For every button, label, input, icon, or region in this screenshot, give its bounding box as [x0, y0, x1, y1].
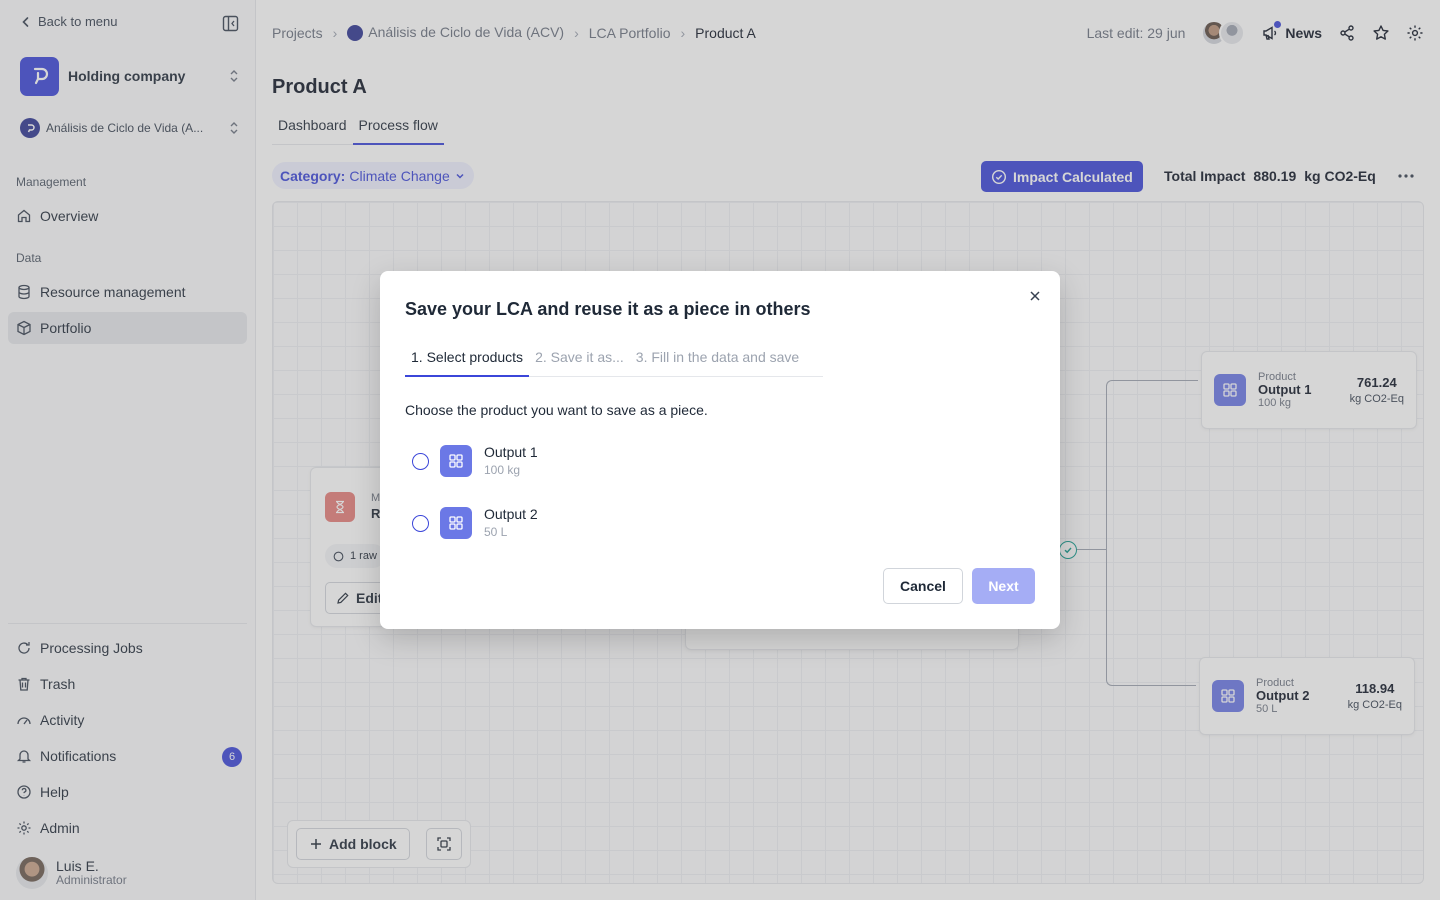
- grid-icon: [440, 445, 472, 477]
- save-lca-modal: Save your LCA and reuse it as a piece in…: [380, 271, 1060, 629]
- modal-steps: 1. Select products 2. Save it as... 3. F…: [405, 347, 823, 377]
- radio-output-2[interactable]: [412, 514, 429, 532]
- next-button[interactable]: Next: [972, 568, 1035, 604]
- step-fill-data[interactable]: 3. Fill in the data and save: [630, 347, 805, 376]
- step-save-as[interactable]: 2. Save it as...: [529, 347, 630, 376]
- option-output-2[interactable]: Output 2 50 L: [412, 503, 712, 543]
- option-name: Output 2: [484, 506, 538, 523]
- option-name: Output 1: [484, 444, 538, 461]
- grid-icon: [440, 507, 472, 539]
- option-quantity: 100 kg: [484, 463, 521, 478]
- cancel-button[interactable]: Cancel: [883, 568, 963, 604]
- modal-title: Save your LCA and reuse it as a piece in…: [405, 299, 811, 319]
- step-select-products[interactable]: 1. Select products: [405, 347, 530, 377]
- radio-output-1[interactable]: [412, 452, 429, 470]
- close-icon[interactable]: [1026, 287, 1044, 305]
- option-quantity: 50 L: [484, 525, 508, 540]
- modal-instruction: Choose the product you want to save as a…: [405, 402, 708, 418]
- option-output-1[interactable]: Output 1 100 kg: [412, 441, 712, 481]
